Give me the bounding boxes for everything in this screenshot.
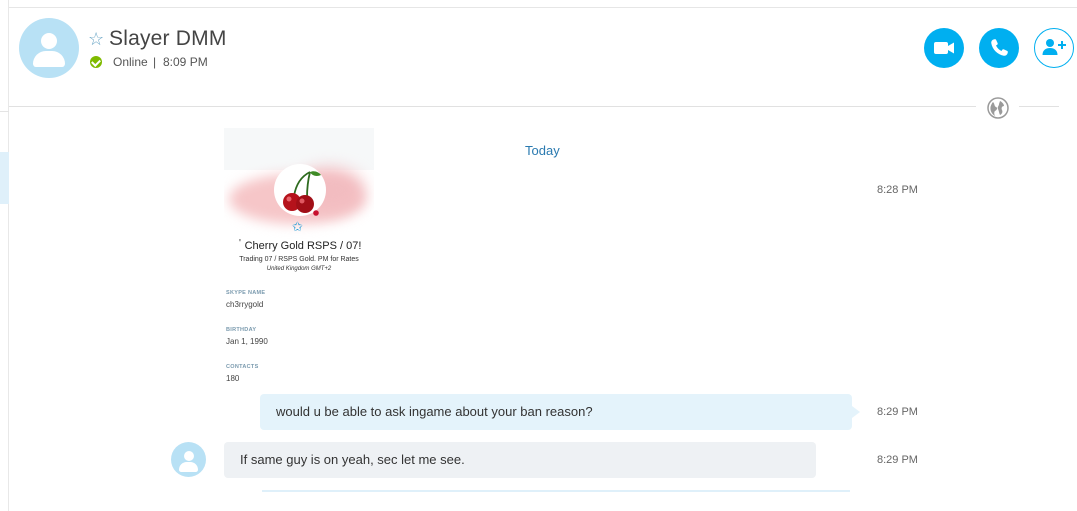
birthday-label: BIRTHDAY: [226, 327, 257, 333]
left-sidebar-edge: [0, 0, 9, 511]
profile-location: United Kingdom GMT+2: [266, 266, 332, 272]
avatar-body: [33, 51, 65, 67]
status-separator: |: [153, 55, 157, 69]
sender-avatar[interactable]: [171, 442, 206, 477]
cherry-icon: [283, 171, 321, 216]
outgoing-message[interactable]: would u be able to ask ingame about your…: [260, 394, 860, 430]
avatar-head: [41, 33, 57, 49]
globe-icon[interactable]: [987, 97, 1009, 119]
presence-status: Online: [113, 55, 148, 69]
profile-mood: Trading 07 / RSPS Gold. PM for Rates: [239, 256, 359, 263]
profile-display-name: Cherry Gold RSPS / 07!: [244, 240, 362, 252]
header-divider: [9, 106, 976, 107]
message-text: would u be able to ask ingame about your…: [276, 404, 593, 419]
contacts-label: CONTACTS: [226, 364, 259, 370]
shared-profile-card[interactable]: ✩ ' Cherry Gold RSPS / 07! Trading 07 / …: [224, 128, 374, 278]
star-icon[interactable]: ☆: [88, 29, 104, 49]
video-camera-icon: [934, 42, 954, 54]
contact-avatar[interactable]: [19, 18, 79, 78]
online-check-icon: [90, 56, 102, 68]
favorite-star-icon: ✩: [292, 219, 303, 234]
contacts-value: 180: [226, 374, 240, 383]
skype-name-value: ch3rrygold: [226, 300, 264, 309]
avatar-body: [179, 462, 198, 472]
day-separator: Today: [525, 143, 560, 158]
header-divider-right: [1019, 106, 1059, 107]
sidebar-selected-item[interactable]: [0, 152, 9, 204]
video-call-button[interactable]: [924, 28, 964, 68]
add-person-icon: [1042, 39, 1066, 55]
birthday-value: Jan 1, 1990: [226, 337, 268, 346]
local-time: 8:09 PM: [163, 55, 208, 69]
avatar-head: [184, 451, 194, 461]
sidebar-divider: [0, 111, 9, 112]
top-divider: [9, 7, 1077, 8]
contact-name[interactable]: Slayer DMM: [109, 27, 227, 51]
message-timestamp: 8:29 PM: [877, 406, 918, 418]
next-message-edge: [262, 490, 850, 492]
message-timestamp: 8:29 PM: [877, 454, 918, 466]
message-text: If same guy is on yeah, sec let me see.: [240, 452, 465, 467]
phone-icon: [991, 39, 1008, 56]
add-people-button[interactable]: [1034, 28, 1074, 68]
incoming-message[interactable]: If same guy is on yeah, sec let me see.: [224, 442, 816, 478]
audio-call-button[interactable]: [979, 28, 1019, 68]
message-timestamp: 8:28 PM: [877, 184, 918, 196]
skype-name-label: SKYPE NAME: [226, 290, 266, 296]
